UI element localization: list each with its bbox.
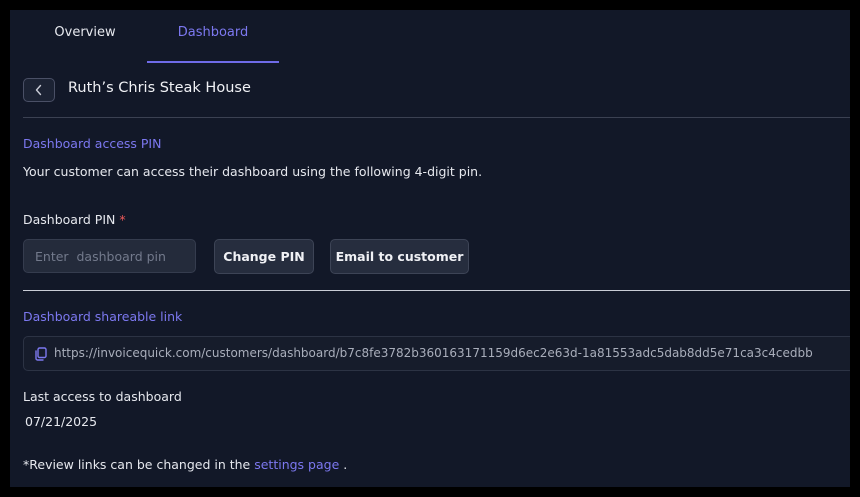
copy-icon[interactable] — [34, 347, 47, 361]
review-links-note: *Review links can be changed in the sett… — [23, 457, 347, 472]
shareable-link-field[interactable]: https://invoicequick.com/customers/dashb… — [23, 336, 850, 371]
shareable-link-heading: Dashboard shareable link — [23, 309, 183, 324]
email-to-customer-button[interactable]: Email to customer — [330, 239, 469, 274]
tab-dashboard[interactable]: Dashboard — [147, 10, 279, 63]
customer-panel: Overview Dashboard Ruth’s Chris Steak Ho… — [10, 10, 850, 487]
last-access-label: Last access to dashboard — [23, 389, 182, 404]
header-divider — [23, 117, 850, 118]
section-divider — [23, 290, 850, 291]
page-title: Ruth’s Chris Steak House — [68, 80, 251, 96]
required-mark: * — [119, 212, 126, 227]
back-button[interactable] — [23, 78, 55, 102]
page-header: Ruth’s Chris Steak House — [23, 78, 843, 102]
shareable-link-url[interactable]: https://invoicequick.com/customers/dashb… — [54, 346, 813, 360]
pin-label: Dashboard PIN * — [23, 212, 126, 227]
change-pin-button[interactable]: Change PIN — [214, 239, 314, 274]
note-prefix: *Review links can be changed in the — [23, 457, 251, 472]
pin-input[interactable] — [23, 239, 196, 273]
pin-label-text: Dashboard PIN — [23, 212, 116, 227]
note-suffix: . — [343, 457, 348, 472]
chevron-left-icon — [35, 84, 42, 96]
settings-page-link[interactable]: settings page — [254, 457, 339, 472]
last-access-date: 07/21/2025 — [25, 414, 98, 429]
tab-bar: Overview Dashboard — [10, 10, 850, 63]
access-pin-description: Your customer can access their dashboard… — [23, 164, 483, 179]
access-pin-heading: Dashboard access PIN — [23, 136, 162, 151]
tab-overview[interactable]: Overview — [32, 10, 138, 61]
